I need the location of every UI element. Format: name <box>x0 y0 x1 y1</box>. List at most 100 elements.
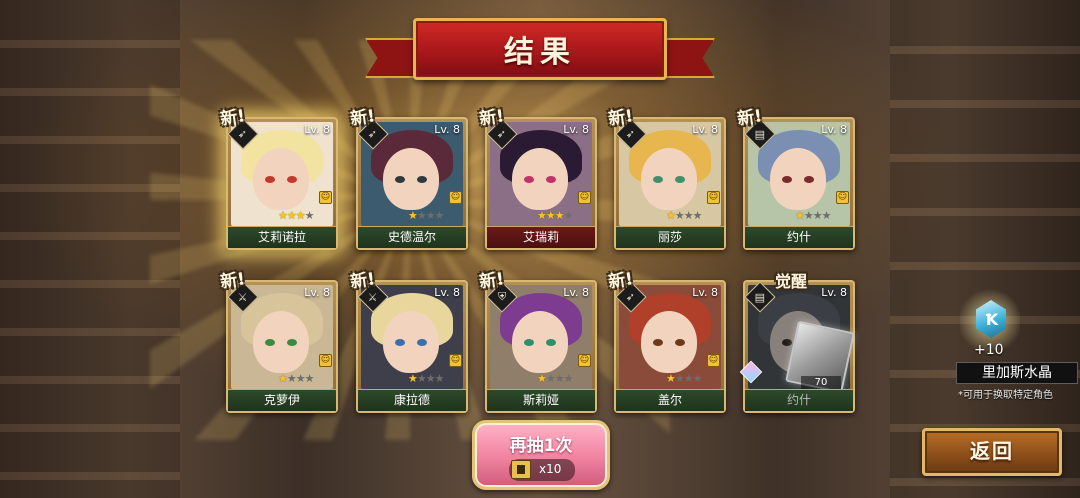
summon-ticket-icon <box>511 460 531 479</box>
star-icon: ★ <box>812 209 823 222</box>
star-icon: ★ <box>554 209 565 222</box>
portrait-eye <box>395 176 405 183</box>
return-button[interactable]: 返回 <box>922 428 1062 476</box>
smile-badge-icon: ☺ <box>319 191 332 204</box>
page-title: 结果 <box>504 35 576 70</box>
star-icon: ★ <box>692 209 703 222</box>
awaken-tag: 觉醒 <box>775 272 808 291</box>
star-rating: ★★★★ <box>408 372 444 385</box>
smile-badge-icon: ☺ <box>578 354 591 367</box>
star-icon: ★ <box>683 372 694 385</box>
star-icon: ★ <box>408 209 418 222</box>
character-name: 克萝伊 <box>228 389 336 411</box>
portrait-eye <box>417 176 427 183</box>
portrait-face <box>383 311 439 373</box>
new-tag: 新! <box>349 106 377 130</box>
portrait-eye <box>524 339 534 346</box>
smile-badge-icon: ☺ <box>707 191 720 204</box>
character-card[interactable]: ⚔ Lv. 8 ★★★★ ☺ 康拉德 新! <box>349 269 468 413</box>
character-card[interactable]: ➶ Lv. 8 ★★★★ ☺ 盖尔 新! <box>607 269 726 413</box>
character-level: Lv. 8 <box>692 123 718 136</box>
smile-badge-icon: ☺ <box>449 354 462 367</box>
character-card[interactable]: ⛨ Lv. 8 ★★★★ ☺ 斯莉娅 新! <box>478 269 597 413</box>
star-icon: ★ <box>304 209 315 222</box>
star-rating: ★★★★ <box>278 209 314 222</box>
character-card[interactable]: ➶ Lv. 8 ★★★★ ☺ 丽莎 新! <box>607 106 726 250</box>
crystal-name: 里加斯水晶 <box>956 362 1078 384</box>
character-card[interactable]: ⚔ Lv. 8 ★★★★ ☺ 克萝伊 新! <box>219 269 338 413</box>
star-icon: ★ <box>434 372 445 385</box>
character-level: Lv. 8 <box>821 286 847 299</box>
star-icon: ★ <box>803 209 814 222</box>
smile-badge-icon: ☺ <box>319 354 332 367</box>
character-card[interactable]: ▤ Lv. 8 ★★★★ ☺ 约什 新! <box>736 106 855 250</box>
star-icon: ★ <box>416 209 427 222</box>
portrait-face <box>641 148 697 210</box>
star-icon: ★ <box>425 372 436 385</box>
portrait-eye <box>395 339 405 346</box>
star-icon: ★ <box>674 209 685 222</box>
star-icon: ★ <box>537 372 547 385</box>
new-tag: 新! <box>736 106 764 130</box>
star-rating: ★★★★ <box>408 209 444 222</box>
star-icon: ★ <box>295 209 306 222</box>
character-level: Lv. 8 <box>692 286 718 299</box>
star-icon: ★ <box>563 372 574 385</box>
character-name: 盖尔 <box>616 389 724 411</box>
star-icon: ★ <box>416 372 427 385</box>
crystal-description: *可用于换取特定角色 <box>958 390 1053 401</box>
character-level: Lv. 8 <box>563 123 589 136</box>
star-icon: ★ <box>304 372 315 385</box>
star-icon: ★ <box>408 372 418 385</box>
star-rating: ★★★★ <box>537 372 573 385</box>
smile-badge-icon: ☺ <box>578 191 591 204</box>
star-icon: ★ <box>545 372 556 385</box>
draw-again-button[interactable]: 再抽1次 x10 <box>472 420 610 490</box>
star-icon: ★ <box>537 209 547 222</box>
portrait-face <box>641 311 697 373</box>
character-name: 史德温尔 <box>358 226 466 248</box>
star-icon: ★ <box>286 209 297 222</box>
character-level: Lv. 8 <box>434 286 460 299</box>
character-card[interactable]: ➶ Lv. 8 ★★★★ ☺ 史德温尔 新! <box>349 106 468 250</box>
reward-crystal[interactable]: Ꝁ +10 里加斯水晶 *可用于换取特定角色 <box>954 286 1080 406</box>
new-tag: 新! <box>607 269 635 293</box>
portrait-eye <box>782 176 792 183</box>
portrait-eye <box>653 176 663 183</box>
character-card[interactable]: ▤Lv. 8★★★★70约什觉醒 <box>739 272 855 413</box>
portrait-face <box>253 148 309 210</box>
character-name: 康拉德 <box>358 389 466 411</box>
new-tag: 新! <box>349 269 377 293</box>
portrait-eye <box>653 339 663 346</box>
portrait-eye <box>417 339 427 346</box>
star-rating: ★★★★ <box>666 209 702 222</box>
character-level: Lv. 8 <box>304 286 330 299</box>
star-rating: ★★★★ <box>537 209 573 222</box>
character-card[interactable]: ➶ Lv. 8 ★★★★ ☺ 艾莉诺拉 新! <box>219 106 338 250</box>
star-icon: ★ <box>563 209 574 222</box>
smile-badge-icon: ☺ <box>449 191 462 204</box>
new-tag: 新! <box>607 106 635 130</box>
portrait-face <box>253 311 309 373</box>
star-icon: ★ <box>545 209 556 222</box>
new-tag: 新! <box>219 269 247 293</box>
portrait-eye <box>265 176 275 183</box>
smile-badge-icon: ☺ <box>836 191 849 204</box>
star-icon: ★ <box>666 209 676 222</box>
star-rating: ★★★★ <box>795 209 831 222</box>
star-rating: ★★★★ <box>278 372 314 385</box>
new-tag: 新! <box>478 106 506 130</box>
star-icon: ★ <box>666 372 676 385</box>
portrait-face <box>512 148 568 210</box>
portrait-eye <box>546 339 556 346</box>
draw-cost-text: x10 <box>539 462 562 476</box>
portrait-eye <box>804 176 814 183</box>
character-name: 艾莉诺拉 <box>228 226 336 248</box>
character-card[interactable]: ➶ Lv. 8 ★★★★ ☺ 艾瑞莉 新! <box>478 106 597 250</box>
shard-count: 70 <box>801 376 841 390</box>
star-icon: ★ <box>425 209 436 222</box>
portrait-face <box>770 148 826 210</box>
character-name: 艾瑞莉 <box>487 226 595 248</box>
star-icon: ★ <box>821 209 832 222</box>
star-icon: ★ <box>278 209 288 222</box>
